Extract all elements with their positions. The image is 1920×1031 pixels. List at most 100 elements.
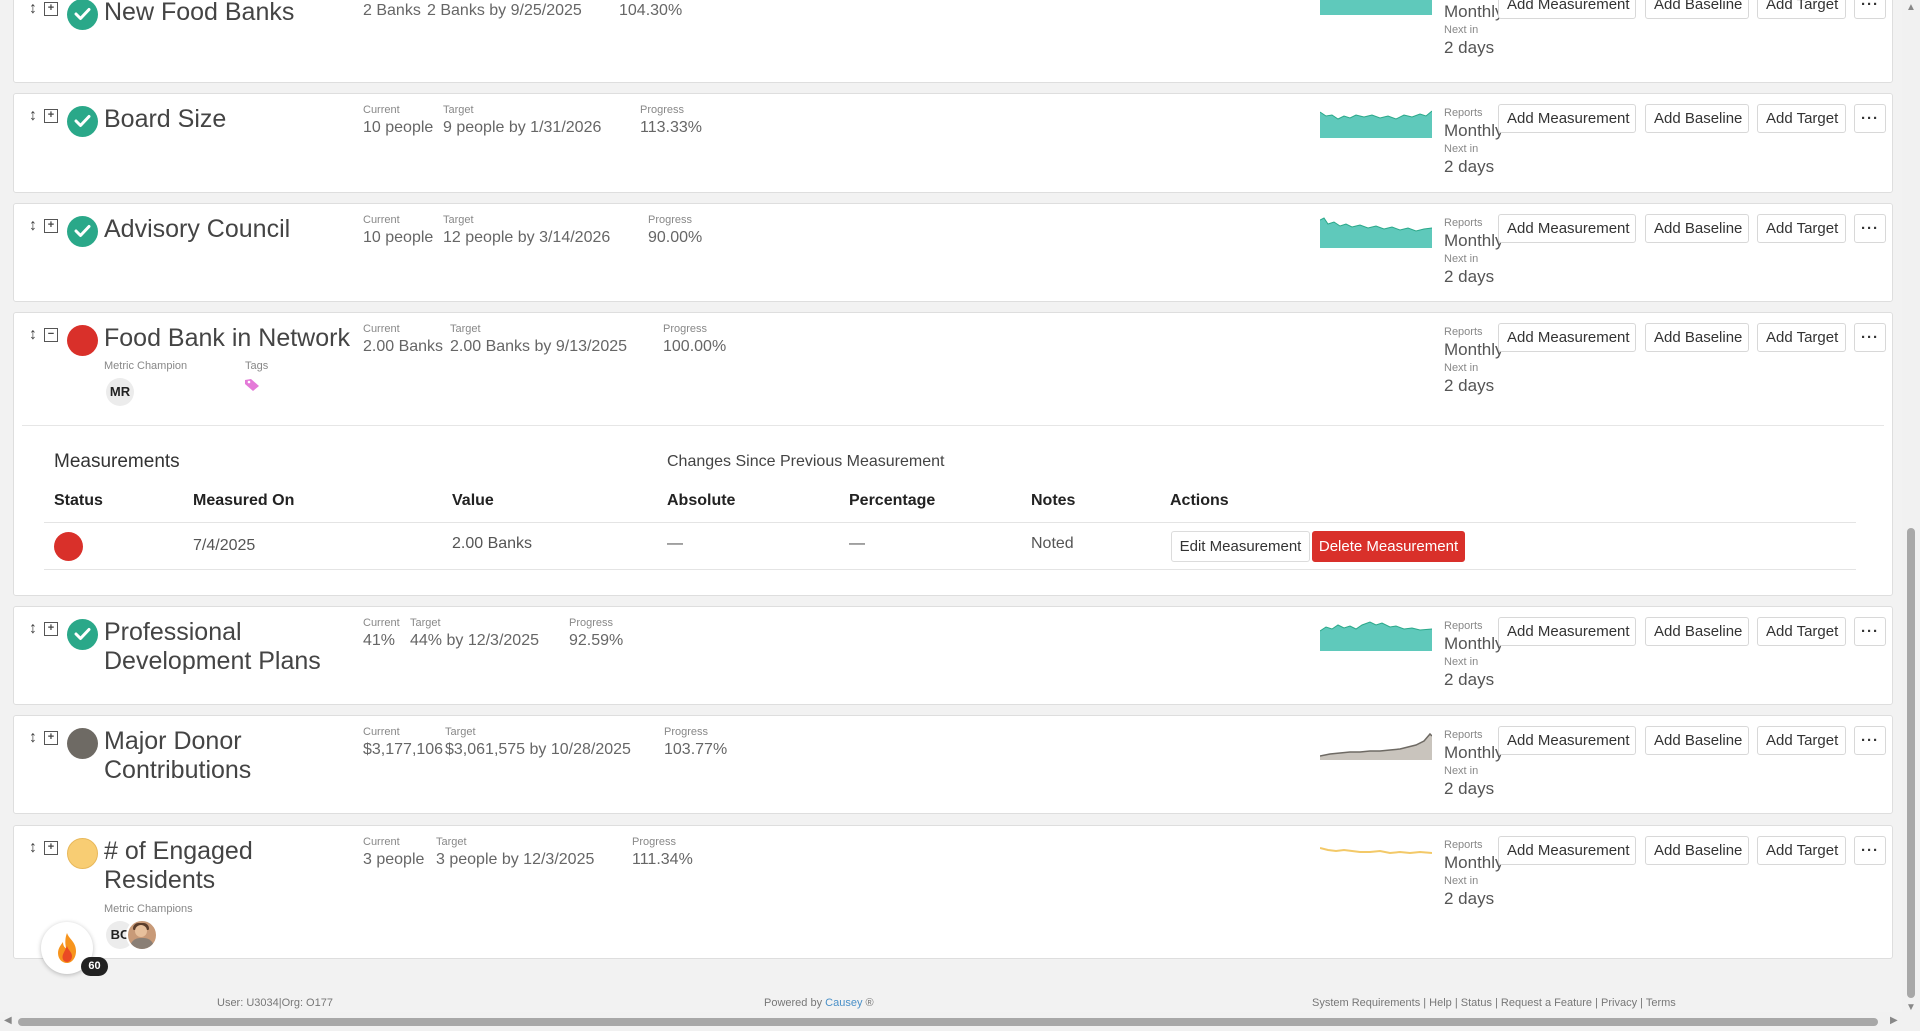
- champion-avatar[interactable]: MR: [106, 378, 134, 406]
- metric-name[interactable]: Board Size: [104, 105, 364, 134]
- check-icon: [74, 225, 91, 237]
- more-options-button[interactable]: ···: [1854, 726, 1886, 755]
- metric-card-board-size: ↕ + Board Size Current 10 people Target …: [13, 93, 1893, 193]
- more-options-button[interactable]: ···: [1854, 0, 1886, 19]
- scroll-up-arrow-icon[interactable]: ▲: [1906, 2, 1916, 13]
- divider: [22, 425, 1884, 426]
- add-target-button[interactable]: Add Target: [1757, 104, 1846, 133]
- scroll-left-arrow-icon[interactable]: ◀: [4, 1015, 12, 1026]
- expand-icon[interactable]: +: [44, 731, 58, 745]
- add-baseline-button[interactable]: Add Baseline: [1645, 104, 1749, 133]
- target-value: Target 3 people by 12/3/2025: [436, 836, 594, 871]
- add-measurement-button[interactable]: Add Measurement: [1498, 104, 1636, 133]
- tag-icon[interactable]: [244, 378, 260, 392]
- progress-value: Progress 103.77%: [664, 726, 727, 761]
- expand-icon[interactable]: +: [44, 841, 58, 855]
- add-target-button[interactable]: Add Target: [1757, 617, 1846, 646]
- metric-name[interactable]: Professional Development Plans: [104, 618, 354, 676]
- add-target-button[interactable]: Add Target: [1757, 726, 1846, 755]
- target-value: Target 2 Banks by 9/25/2025: [427, 0, 582, 22]
- add-baseline-button[interactable]: Add Baseline: [1645, 323, 1749, 352]
- current-text: 41%: [363, 632, 396, 649]
- drag-handle-icon[interactable]: ↕: [26, 108, 40, 124]
- add-target-button[interactable]: Add Target: [1757, 214, 1846, 243]
- no-status-icon: [67, 728, 98, 759]
- current-text: 3 people: [363, 851, 425, 868]
- metric-name[interactable]: New Food Banks: [104, 0, 404, 27]
- expand-icon[interactable]: +: [44, 622, 58, 636]
- scroll-right-arrow-icon[interactable]: ▶: [1890, 1015, 1898, 1026]
- next-in-label: Next in: [1444, 24, 1479, 36]
- add-baseline-button[interactable]: Add Baseline: [1645, 617, 1749, 646]
- progress-label: Progress: [632, 836, 677, 848]
- report-frequency: Monthly: [1444, 231, 1504, 250]
- add-measurement-button[interactable]: Add Measurement: [1498, 0, 1636, 19]
- trend-sparkline: [1320, 0, 1432, 15]
- more-options-button[interactable]: ···: [1854, 617, 1886, 646]
- metric-name[interactable]: Food Bank in Network: [104, 324, 374, 353]
- more-options-button[interactable]: ···: [1854, 104, 1886, 133]
- on-track-status-icon: [67, 0, 98, 30]
- percentage-cell: —: [849, 535, 865, 552]
- reporting-schedule: Reports Monthly Next in 2 days: [1444, 619, 1504, 691]
- card-controls: ↕ +: [26, 730, 58, 746]
- drag-handle-icon[interactable]: ↕: [26, 1, 40, 17]
- scroll-down-arrow-icon[interactable]: ▼: [1906, 1002, 1916, 1013]
- vertical-scroll-thumb[interactable]: [1907, 528, 1915, 998]
- current-value: Current $3,177,106: [363, 726, 443, 761]
- current-value: Current 3 people: [363, 836, 424, 871]
- more-options-button[interactable]: ···: [1854, 214, 1886, 243]
- user-info: User: U3034|Org: O177: [217, 997, 333, 1009]
- add-measurement-button[interactable]: Add Measurement: [1498, 323, 1636, 352]
- expand-icon[interactable]: +: [44, 2, 58, 16]
- expand-icon[interactable]: +: [44, 219, 58, 233]
- champion-photo-avatar[interactable]: [126, 919, 158, 951]
- metric-name[interactable]: Advisory Council: [104, 215, 364, 244]
- add-baseline-button[interactable]: Add Baseline: [1645, 726, 1749, 755]
- add-target-button[interactable]: Add Target: [1757, 836, 1846, 865]
- vertical-scrollbar[interactable]: ▲ ▼: [1902, 0, 1920, 1031]
- next-in-label: Next in: [1444, 253, 1479, 265]
- report-frequency: Monthly: [1444, 853, 1504, 872]
- add-measurement-button[interactable]: Add Measurement: [1498, 836, 1636, 865]
- add-baseline-button[interactable]: Add Baseline: [1645, 214, 1749, 243]
- metric-name[interactable]: Major Donor Contributions: [104, 727, 304, 785]
- current-value: Current 2.00 Banks: [363, 323, 443, 358]
- add-baseline-button[interactable]: Add Baseline: [1645, 836, 1749, 865]
- drag-handle-icon[interactable]: ↕: [26, 327, 40, 343]
- drag-handle-icon[interactable]: ↕: [26, 730, 40, 746]
- add-measurement-button[interactable]: Add Measurement: [1498, 617, 1636, 646]
- reporting-schedule: Reports Monthly Next in 2 days: [1444, 106, 1504, 178]
- check-icon: [74, 115, 91, 127]
- progress-text: 113.33%: [640, 119, 702, 136]
- metric-name[interactable]: # of Engaged Residents: [104, 837, 304, 895]
- add-measurement-button[interactable]: Add Measurement: [1498, 214, 1636, 243]
- delete-measurement-button[interactable]: Delete Measurement: [1312, 531, 1465, 562]
- add-target-button[interactable]: Add Target: [1757, 323, 1846, 352]
- drag-handle-icon[interactable]: ↕: [26, 840, 40, 856]
- progress-value: Progress 111.34%: [632, 836, 693, 871]
- card-controls: ↕ +: [26, 108, 58, 124]
- drag-handle-icon[interactable]: ↕: [26, 621, 40, 637]
- expand-icon[interactable]: +: [44, 109, 58, 123]
- drag-handle-icon[interactable]: ↕: [26, 218, 40, 234]
- flame-icon: [58, 933, 76, 963]
- edit-measurement-button[interactable]: Edit Measurement: [1171, 531, 1310, 562]
- footer-links[interactable]: System Requirements | Help | Status | Re…: [1312, 997, 1676, 1009]
- card-controls: ↕ +: [26, 1, 58, 17]
- more-options-button[interactable]: ···: [1854, 323, 1886, 352]
- add-baseline-button[interactable]: Add Baseline: [1645, 0, 1749, 19]
- metric-card-new-food-banks: ↕ + New Food Banks Current 2 Banks Targe…: [13, 0, 1893, 83]
- value-cell: 2.00 Banks: [452, 535, 533, 552]
- horizontal-scroll-thumb[interactable]: [18, 1018, 1878, 1026]
- collapse-icon[interactable]: −: [44, 328, 58, 342]
- report-frequency: Monthly: [1444, 634, 1504, 653]
- avatar-face: [135, 925, 147, 937]
- target-label: Target: [450, 323, 481, 335]
- add-target-button[interactable]: Add Target: [1757, 0, 1846, 19]
- add-measurement-button[interactable]: Add Measurement: [1498, 726, 1636, 755]
- causey-link[interactable]: Causey: [825, 997, 862, 1009]
- horizontal-scrollbar[interactable]: ◀ ▶: [0, 1012, 1902, 1031]
- more-options-button[interactable]: ···: [1854, 836, 1886, 865]
- reports-label: Reports: [1444, 839, 1483, 851]
